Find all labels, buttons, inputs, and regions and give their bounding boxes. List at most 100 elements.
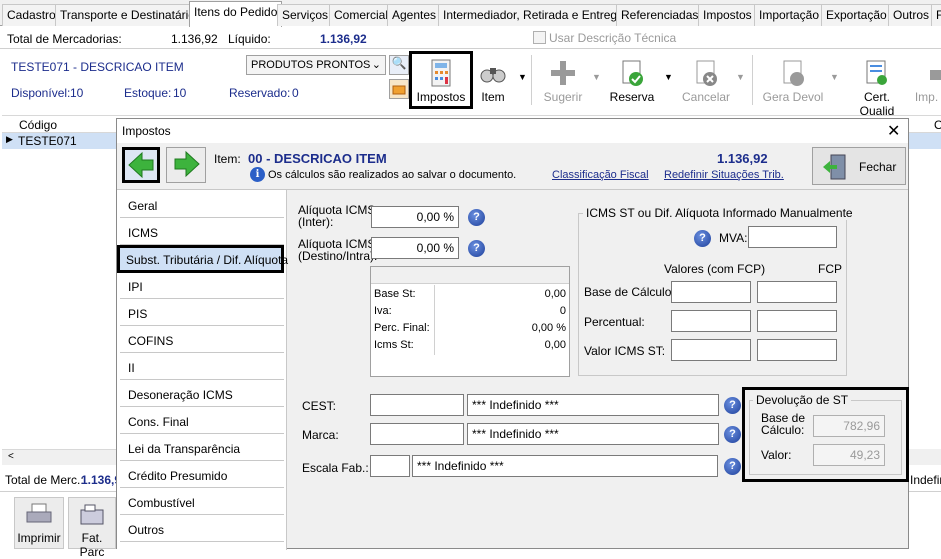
sidebar-item-pis[interactable]: PIS <box>120 300 284 326</box>
tab-intermediador[interactable]: Intermediador, Retirada e Entrega <box>438 4 629 26</box>
sidebar-item-cofins[interactable]: COFINS <box>120 327 284 353</box>
sidebar-item-ipi[interactable]: IPI <box>120 273 284 299</box>
tab-servicos[interactable]: Serviços <box>277 4 334 26</box>
col-right[interactable]: O <box>934 118 941 132</box>
st-table: Base St: 0,00 Iva: 0 Perc. Final: 0,00 %… <box>370 266 570 377</box>
category-select[interactable]: PRODUTOS PRONTOS ⌄ <box>246 55 386 75</box>
tab-more[interactable]: F <box>931 4 941 26</box>
base-calculo-fcp-input[interactable] <box>757 281 837 303</box>
mva-input[interactable] <box>748 226 837 248</box>
reserva-button[interactable]: Reserva <box>608 58 656 104</box>
devol-valor-value: 49,23 <box>813 444 885 466</box>
fat-parc-button[interactable]: Fat. Parc <box>68 497 116 559</box>
folder-icon[interactable] <box>389 79 409 99</box>
certificate-icon <box>862 58 892 88</box>
total-merc-label: Total de Merc.: <box>5 473 84 487</box>
fechar-button[interactable]: Fechar <box>812 147 906 185</box>
chevron-down-icon[interactable]: ▼ <box>592 72 601 82</box>
chevron-down-icon[interactable]: ▼ <box>830 72 839 82</box>
help-icon[interactable]: ? <box>468 240 485 257</box>
sidebar-item-icms[interactable]: ICMS <box>120 219 284 245</box>
sidebar-item-cons-final[interactable]: Cons. Final <box>120 408 284 434</box>
tab-impostos[interactable]: Impostos <box>698 4 757 26</box>
help-icon[interactable]: ? <box>694 230 711 247</box>
sugerir-label: Sugerir <box>543 90 583 104</box>
tab-exportacao[interactable]: Exportação <box>821 4 892 26</box>
tab-itens-do-pedido[interactable]: Itens do Pedido <box>189 1 283 27</box>
escala-description: *** Indefinido *** <box>412 455 718 477</box>
item-value: 1.136,92 <box>717 151 768 166</box>
tab-outros[interactable]: Outros <box>888 4 935 26</box>
aliq-dest-input[interactable]: 0,00 % <box>371 237 459 259</box>
sidebar-item-lei-transparencia[interactable]: Lei da Transparência <box>120 435 284 461</box>
item-name: 00 - DESCRICAO ITEM <box>248 151 387 166</box>
marca-input[interactable] <box>370 423 464 445</box>
tab-agentes[interactable]: Agentes <box>387 4 442 26</box>
h-scrollbar-tail[interactable] <box>909 449 941 465</box>
percentual-fcp-input[interactable] <box>757 310 837 332</box>
tab-cadastro[interactable]: Cadastro <box>2 4 61 26</box>
fechar-label: Fechar <box>859 160 897 174</box>
row-pointer-icon: ▶ <box>6 134 13 144</box>
desc-tecnica-checkbox[interactable] <box>533 31 546 44</box>
valor-icms-st-input[interactable] <box>671 339 751 361</box>
dialog-title: Impostos <box>122 124 171 138</box>
devolucao-st-title: Devolução de ST <box>753 393 852 407</box>
cest-input[interactable] <box>370 394 464 416</box>
col-codigo[interactable]: Código <box>19 118 57 132</box>
percentual-input[interactable] <box>671 310 751 332</box>
help-icon[interactable]: ? <box>724 426 741 443</box>
divider <box>0 48 941 49</box>
sugerir-button[interactable]: Sugerir <box>540 58 586 104</box>
sidebar-item-desoneracao[interactable]: Desoneração ICMS <box>120 381 284 407</box>
classificacao-fiscal-link[interactable]: Classificação Fiscal <box>552 169 649 181</box>
st-row-value: 0 <box>559 305 566 317</box>
redefinir-link[interactable]: Redefinir Situações Trib. <box>664 169 784 181</box>
arrow-right-icon <box>174 150 200 178</box>
table-row[interactable]: ▶ TESTE071 <box>2 133 119 149</box>
imp-label: Imp. <box>914 90 939 104</box>
chevron-down-icon[interactable]: ▼ <box>736 72 745 82</box>
base-calculo-input[interactable] <box>671 281 751 303</box>
disponivel-value: 10 <box>70 86 84 100</box>
help-icon[interactable]: ? <box>724 397 741 414</box>
aliq-dest-label: Alíquota ICMS (Destino/Intra): <box>298 237 378 263</box>
h-scrollbar[interactable]: < <box>2 449 118 465</box>
printer-icon <box>26 503 52 523</box>
next-button[interactable] <box>166 147 206 183</box>
escala-input[interactable] <box>370 455 410 477</box>
tab-comercial[interactable]: Comercial <box>329 4 394 26</box>
valores-label: Valores (com FCP) <box>664 262 766 276</box>
chevron-down-icon[interactable]: ▼ <box>518 72 527 82</box>
tab-importacao[interactable]: Importação <box>754 4 825 26</box>
imprimir-button[interactable]: Imprimir <box>14 497 64 549</box>
liquido-label: Líquido: <box>228 32 271 46</box>
sidebar-item-geral[interactable]: Geral <box>120 192 284 218</box>
search-icon[interactable]: 🔍 <box>389 55 409 75</box>
item-button[interactable]: Item <box>476 58 510 104</box>
tab-transporte[interactable]: Transporte e Destinatário <box>55 4 200 26</box>
cert-qualid-button[interactable]: Cert. Qualid <box>845 58 909 118</box>
gera-devol-button[interactable]: Gera Devol <box>762 58 824 104</box>
impostos-button[interactable]: Impostos <box>409 51 473 109</box>
sidebar-item-credito-presumido[interactable]: Crédito Presumido <box>120 462 284 488</box>
tab-referenciadas[interactable]: Referenciadas <box>616 4 704 26</box>
document-cancel-icon <box>691 58 721 88</box>
sidebar: Geral ICMS Subst. Tributária / Dif. Alíq… <box>117 190 288 550</box>
sidebar-item-outros[interactable]: Outros <box>120 516 284 542</box>
sidebar-item-combustivel[interactable]: Combustível <box>120 489 284 515</box>
sidebar-item-subst-tributaria[interactable]: Subst. Tributária / Dif. Alíquota <box>117 245 288 273</box>
imp-button[interactable]: Imp. <box>912 58 941 104</box>
chevron-left-icon[interactable]: < <box>8 451 14 462</box>
st-row-value: 0,00 <box>544 339 566 351</box>
help-icon[interactable]: ? <box>724 458 741 475</box>
cancelar-button[interactable]: Cancelar <box>682 58 730 104</box>
help-icon[interactable]: ? <box>468 209 485 226</box>
prev-button[interactable] <box>122 147 160 183</box>
category-value: PRODUTOS PRONTOS <box>251 59 371 71</box>
aliq-inter-input[interactable]: 0,00 % <box>371 206 459 228</box>
close-icon[interactable]: ✕ <box>887 121 900 141</box>
chevron-down-icon[interactable]: ▼ <box>664 72 673 82</box>
valor-icms-st-fcp-input[interactable] <box>757 339 837 361</box>
sidebar-item-ii[interactable]: II <box>120 354 284 380</box>
